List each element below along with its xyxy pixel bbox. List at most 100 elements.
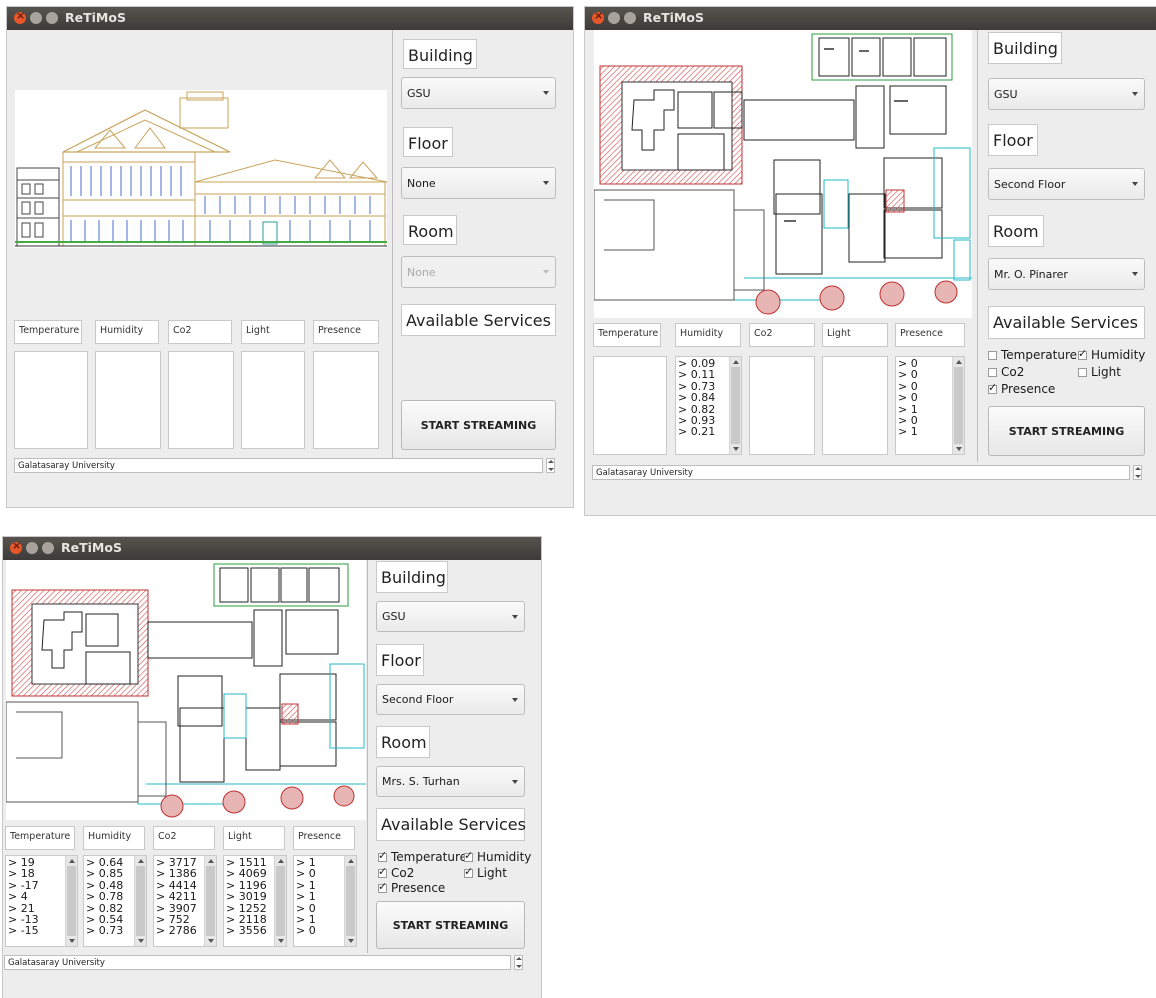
checkbox-temperature[interactable]: Temperature: [988, 348, 1077, 362]
start-streaming-button[interactable]: START STREAMING: [376, 901, 525, 949]
checkbox-box[interactable]: [1078, 347, 1087, 360]
scroll-down-icon[interactable]: [278, 939, 284, 943]
checkbox-humidity[interactable]: Humidity: [464, 849, 531, 864]
list-light[interactable]: [241, 351, 305, 449]
list-presence[interactable]: > 0 > 0 > 0 > 0 > 1 > 0 > 1: [895, 356, 965, 455]
building-select[interactable]: GSU: [988, 78, 1145, 110]
panel-divider: [392, 30, 393, 458]
scrollbar[interactable]: [65, 856, 77, 946]
list-humidity[interactable]: > 0.09 > 0.11 > 0.73 > 0.84 > 0.82 > 0.9…: [675, 356, 742, 455]
list-temperature[interactable]: [14, 351, 88, 449]
building-label: Building: [376, 561, 448, 593]
building-select[interactable]: GSU: [376, 601, 525, 632]
room-select[interactable]: Mr. O. Pinarer: [988, 258, 1145, 290]
scrollbar[interactable]: [729, 357, 741, 454]
scroll-thumb[interactable]: [276, 866, 285, 936]
scroll-up-icon[interactable]: [208, 859, 214, 863]
scroll-down-icon[interactable]: [208, 939, 214, 943]
checkbox-box[interactable]: [464, 865, 473, 878]
scroll-thumb[interactable]: [206, 866, 215, 936]
checkbox-co2[interactable]: Co2: [378, 865, 414, 880]
close-icon[interactable]: [592, 9, 604, 24]
checkbox-box[interactable]: [988, 367, 997, 377]
minimize-icon[interactable]: [30, 12, 42, 24]
list-temperature[interactable]: [593, 356, 667, 455]
room-select-value: None: [407, 265, 436, 279]
list-temperature[interactable]: > 19 > 18 > -17 > 4 > 21 > -13 > -15: [5, 855, 78, 947]
start-streaming-button[interactable]: START STREAMING: [401, 400, 556, 450]
title-bar[interactable]: ReTiMoS: [3, 537, 541, 560]
scroll-thumb[interactable]: [954, 367, 963, 444]
checkbox-label: Light: [477, 866, 507, 880]
close-icon[interactable]: [10, 539, 22, 554]
maximize-icon[interactable]: [624, 12, 636, 24]
presence-values: > 0 > 0 > 0 > 0 > 1 > 0 > 1: [898, 358, 918, 438]
building-select[interactable]: GSU: [401, 77, 556, 109]
scroll-up-icon[interactable]: [733, 360, 739, 364]
room-select[interactable]: Mrs. S. Turhan: [376, 766, 525, 797]
checkbox-temperature[interactable]: Temperature: [378, 849, 467, 864]
scroll-up-icon[interactable]: [278, 859, 284, 863]
list-presence[interactable]: [313, 351, 379, 449]
minimize-icon[interactable]: [26, 542, 38, 554]
minimize-icon[interactable]: [608, 12, 620, 24]
scrollbar[interactable]: [204, 856, 216, 946]
scroll-down-icon[interactable]: [348, 939, 354, 943]
title-bar[interactable]: ReTiMoS: [7, 7, 573, 30]
list-humidity[interactable]: > 0.64 > 0.85 > 0.48 > 0.78 > 0.82 > 0.5…: [83, 855, 147, 947]
floor-select[interactable]: Second Floor: [376, 684, 525, 715]
scroll-up-icon[interactable]: [138, 859, 144, 863]
title-bar[interactable]: ReTiMoS: [585, 7, 1156, 30]
scrollbar[interactable]: [134, 856, 146, 946]
scrollbar[interactable]: [344, 856, 356, 946]
start-streaming-button[interactable]: START STREAMING: [988, 406, 1145, 456]
status-spinner[interactable]: [546, 458, 555, 473]
close-icon[interactable]: [14, 9, 26, 24]
checkbox-box[interactable]: [378, 865, 387, 878]
scroll-up-icon[interactable]: [956, 360, 962, 364]
checkbox-box[interactable]: [378, 849, 387, 862]
floor-plan-image: [6, 560, 366, 820]
scroll-down-icon[interactable]: [69, 939, 75, 943]
maximize-icon[interactable]: [46, 12, 58, 24]
checkbox-box[interactable]: [988, 350, 997, 360]
scroll-down-icon[interactable]: [956, 447, 962, 451]
list-co2[interactable]: [168, 351, 234, 449]
checkbox-light[interactable]: Light: [1078, 365, 1121, 379]
scroll-up-icon[interactable]: [348, 859, 354, 863]
status-spinner[interactable]: [514, 955, 523, 970]
checkbox-presence[interactable]: Presence: [378, 880, 445, 895]
floor-select[interactable]: None: [401, 167, 556, 199]
scroll-down-icon[interactable]: [138, 939, 144, 943]
list-light[interactable]: [822, 356, 888, 455]
facade-drawing: [15, 90, 387, 248]
room-select[interactable]: None: [401, 256, 556, 288]
checkbox-box[interactable]: [378, 880, 387, 893]
maximize-icon[interactable]: [42, 542, 54, 554]
scrollbar[interactable]: [274, 856, 286, 946]
checkbox-box[interactable]: [464, 849, 473, 862]
header-light: Light: [822, 323, 888, 347]
checkbox-box[interactable]: [988, 381, 997, 394]
checkbox-humidity[interactable]: Humidity: [1078, 347, 1145, 362]
checkbox-light[interactable]: Light: [464, 865, 507, 880]
checkbox-co2[interactable]: Co2: [988, 365, 1024, 379]
scroll-up-icon[interactable]: [69, 859, 75, 863]
scroll-thumb[interactable]: [136, 866, 145, 936]
status-spinner[interactable]: [1133, 465, 1142, 480]
checkbox-box[interactable]: [1078, 367, 1087, 377]
checkbox-presence[interactable]: Presence: [988, 381, 1055, 396]
list-co2[interactable]: > 3717 > 1386 > 4414 > 4211 > 3907 > 752…: [153, 855, 217, 947]
scroll-thumb[interactable]: [731, 367, 740, 444]
light-values: > 1511 > 4069 > 1196 > 3019 > 1252 > 211…: [226, 857, 267, 937]
scrollbar[interactable]: [952, 357, 964, 454]
scroll-thumb[interactable]: [67, 866, 76, 936]
list-presence[interactable]: > 1 > 0 > 1 > 1 > 0 > 1 > 0: [293, 855, 357, 947]
floor-select[interactable]: Second Floor: [988, 168, 1145, 200]
list-humidity[interactable]: [95, 351, 161, 449]
scroll-thumb[interactable]: [346, 866, 355, 936]
list-co2[interactable]: [749, 356, 815, 455]
list-light[interactable]: > 1511 > 4069 > 1196 > 3019 > 1252 > 211…: [223, 855, 287, 947]
chevron-down-icon: [1132, 182, 1138, 186]
scroll-down-icon[interactable]: [733, 447, 739, 451]
